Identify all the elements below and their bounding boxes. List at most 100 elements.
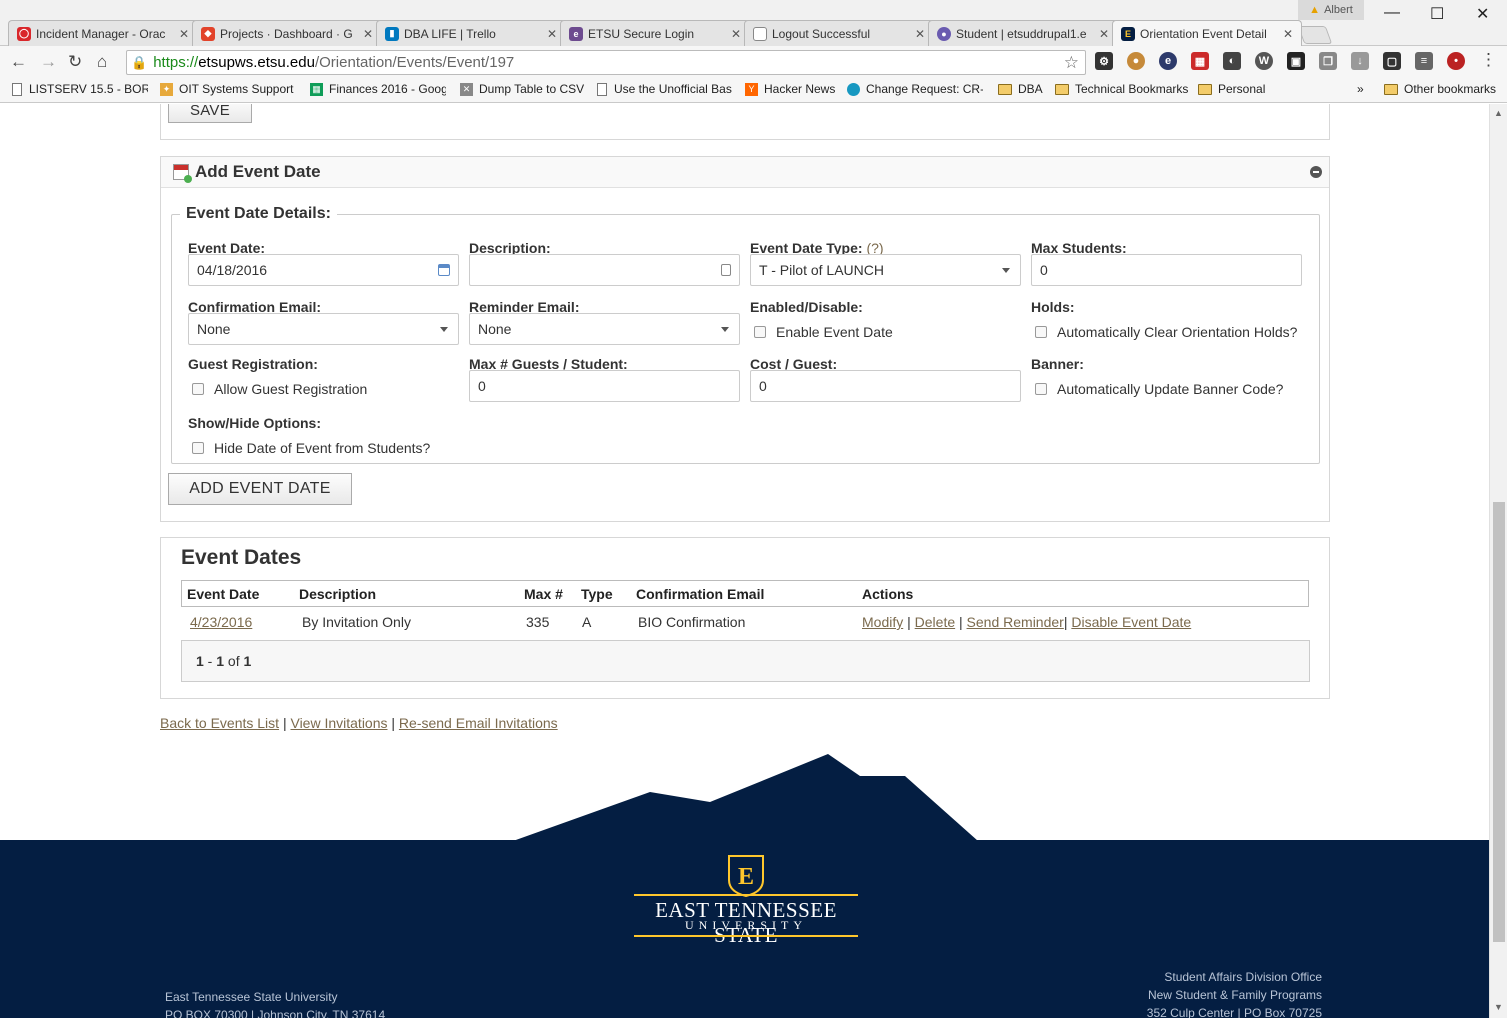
checkbox-box[interactable] [754, 326, 766, 338]
new-tab-button[interactable] [1297, 26, 1333, 44]
copy-extension-icon[interactable]: ❐ [1319, 52, 1337, 70]
column-header[interactable]: Confirmation Email [636, 586, 764, 602]
column-header[interactable]: Max # [524, 586, 563, 602]
delete-link[interactable]: Delete [915, 614, 955, 630]
fieldset-legend: Event Date Details: [186, 205, 331, 222]
other-bookmarks-folder[interactable]: Other bookmarks [1384, 82, 1496, 96]
home-icon[interactable]: ⌂ [97, 52, 107, 72]
close-icon[interactable]: ✕ [547, 27, 557, 41]
address-bar[interactable]: 🔒 https://etsupws.etsu.edu/Orientation/E… [126, 50, 1086, 75]
bookmark-dump-table[interactable]: ✕ Dump Table to CSV [460, 82, 590, 96]
etsu-shield-logo: E [728, 855, 764, 898]
enable-event-date-checkbox[interactable]: Enable Event Date [754, 324, 893, 340]
url-protocol: https:// [153, 54, 199, 71]
update-banner-code-checkbox[interactable]: Automatically Update Banner Code? [1035, 381, 1283, 397]
column-header[interactable]: Event Date [187, 586, 259, 602]
scroll-up-icon[interactable]: ▲ [1494, 108, 1503, 118]
reload-icon[interactable]: ↻ [68, 52, 82, 72]
close-icon[interactable]: ✕ [1099, 27, 1109, 41]
close-icon[interactable]: ✕ [1283, 27, 1293, 41]
gear-extension-icon[interactable]: ⚙ [1095, 52, 1113, 70]
tab-student-drupal[interactable]: ● Student | etsuddrupal1.e ✕ [928, 20, 1118, 46]
checkbox-box[interactable] [192, 383, 204, 395]
bookmark-hacker-news[interactable]: Y Hacker News [745, 82, 840, 96]
bookmark-change-request[interactable]: Change Request: CR-0 [847, 82, 983, 96]
modify-link[interactable]: Modify [862, 614, 903, 630]
checkbox-box[interactable] [1035, 326, 1047, 338]
back-arrow-icon[interactable]: ← [10, 52, 27, 72]
css-extension-icon[interactable]: ≡ [1415, 52, 1433, 70]
chevron-down-icon [1002, 268, 1010, 273]
tab-trello[interactable]: ▮ DBA LIFE | Trello ✕ [376, 20, 566, 46]
mask-extension-icon[interactable]: ◐ [1223, 52, 1241, 70]
bookmark-folder-dba[interactable]: DBA [998, 82, 1043, 96]
mountain-silhouette [513, 754, 978, 841]
bookmark-folder-personal[interactable]: Personal [1198, 82, 1265, 96]
bookmark-star-icon[interactable]: ☆ [1064, 53, 1079, 73]
reminder-email-select[interactable]: None [469, 313, 740, 345]
resend-invitations-link[interactable]: Re-send Email Invitations [399, 715, 558, 731]
bookmark-finances[interactable]: ▦ Finances 2016 - Goog [310, 82, 446, 96]
close-window-icon[interactable]: ✕ [1476, 4, 1489, 24]
send-reminder-link[interactable]: Send Reminder [967, 614, 1064, 630]
e-extension-icon[interactable]: e [1159, 52, 1177, 70]
checkbox-box[interactable] [192, 442, 204, 454]
cost-guest-input[interactable]: 0 [750, 370, 1021, 402]
max-guests-input[interactable]: 0 [469, 370, 740, 402]
event-date-link[interactable]: 4/23/2016 [190, 614, 252, 630]
bookmark-unofficial[interactable]: Use the Unofficial Bas [597, 82, 733, 96]
close-icon[interactable]: ✕ [915, 27, 925, 41]
dual-extension-icon[interactable]: ▣ [1287, 52, 1305, 70]
footer-address-line: East Tennessee State University [165, 990, 338, 1004]
forward-arrow-icon[interactable]: → [40, 52, 57, 72]
disable-event-date-link[interactable]: Disable Event Date [1071, 614, 1191, 630]
column-header[interactable]: Type [581, 586, 613, 602]
save-button[interactable]: SAVE [168, 104, 252, 123]
tab-logout-successful[interactable]: Logout Successful ✕ [744, 20, 934, 46]
back-to-events-link[interactable]: Back to Events List [160, 715, 279, 731]
bookmarks-overflow-button[interactable]: » [1357, 82, 1364, 96]
description-input[interactable] [469, 254, 740, 286]
tab-projects-dashboard[interactable]: ◆ Projects · Dashboard · G ✕ [192, 20, 382, 46]
event-date-input[interactable]: 04/18/2016 [188, 254, 459, 286]
close-icon[interactable]: ✕ [363, 27, 373, 41]
page-scrollbar[interactable]: ▲ ▼ [1489, 104, 1507, 1018]
view-invitations-link[interactable]: View Invitations [290, 715, 387, 731]
confirmation-email-select[interactable]: None [188, 313, 459, 345]
cookie-extension-icon[interactable]: ● [1127, 52, 1145, 70]
red-extension-icon[interactable]: ▦ [1191, 52, 1209, 70]
tab-orientation-event-detail[interactable]: E Orientation Event Detail ✕ [1112, 20, 1302, 46]
max-students-value: 0 [1040, 262, 1048, 278]
bookmark-listserv[interactable]: LISTSERV 15.5 - BORA [12, 82, 148, 96]
maximize-icon[interactable]: ☐ [1430, 4, 1444, 24]
guest-registration-label: Guest Registration: [188, 356, 318, 372]
hide-date-checkbox[interactable]: Hide Date of Event from Students? [192, 440, 430, 456]
checkbox-box[interactable] [1035, 383, 1047, 395]
allow-guest-registration-checkbox[interactable]: Allow Guest Registration [192, 381, 367, 397]
scroll-thumb[interactable] [1493, 502, 1505, 942]
event-date-type-select[interactable]: T - Pilot of LAUNCH [750, 254, 1021, 286]
tab-incident-manager[interactable]: ◯ Incident Manager - Orac ✕ [8, 20, 198, 46]
tab-etsu-secure-login[interactable]: e ETSU Secure Login ✕ [560, 20, 750, 46]
download-extension-icon[interactable]: ↓ [1351, 52, 1369, 70]
add-event-date-button[interactable]: ADD EVENT DATE [168, 473, 352, 505]
profile-button[interactable]: ▲ Albert [1298, 0, 1364, 20]
lastpass-extension-icon[interactable]: • [1447, 52, 1465, 70]
calendar-add-icon [173, 164, 192, 183]
scroll-down-icon[interactable]: ▼ [1494, 1002, 1503, 1012]
close-icon[interactable]: ✕ [179, 27, 189, 41]
minimize-icon[interactable]: — [1384, 4, 1400, 22]
column-header[interactable]: Description [299, 586, 376, 602]
pager-dash: - [203, 653, 217, 669]
close-icon[interactable]: ✕ [731, 27, 741, 41]
wordpress-extension-icon[interactable]: W [1255, 52, 1273, 70]
checkbox-label: Allow Guest Registration [214, 381, 368, 397]
square-extension-icon[interactable]: ▢ [1383, 52, 1401, 70]
calendar-icon[interactable] [438, 264, 450, 276]
bookmark-folder-technical[interactable]: Technical Bookmarks [1055, 82, 1188, 96]
clear-holds-checkbox[interactable]: Automatically Clear Orientation Holds? [1035, 324, 1297, 340]
bookmark-oit-systems[interactable]: ✦ OIT Systems Support [160, 82, 296, 96]
max-students-input[interactable]: 0 [1031, 254, 1302, 286]
collapse-icon[interactable] [1310, 166, 1322, 178]
menu-icon[interactable]: ⋮ [1480, 50, 1497, 70]
